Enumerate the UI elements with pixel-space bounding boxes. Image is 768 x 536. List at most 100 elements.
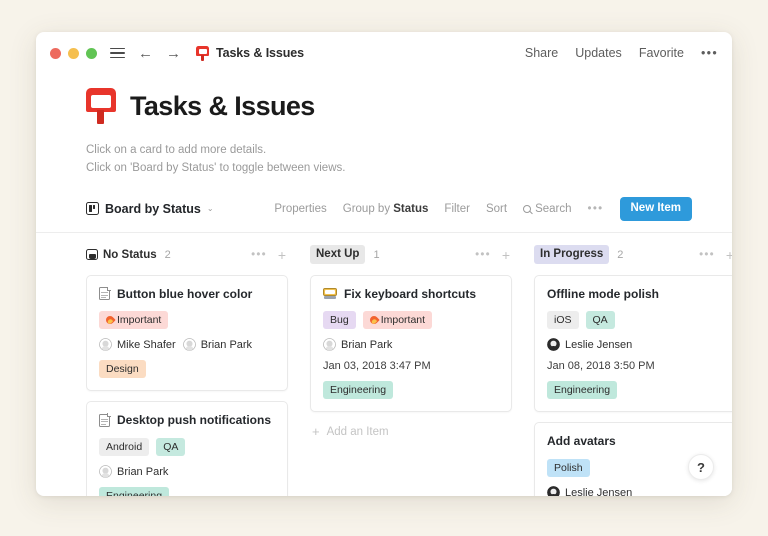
card-category-tags: Design — [99, 360, 275, 379]
avatar — [547, 338, 560, 352]
column-title[interactable]: In Progress — [534, 245, 610, 264]
column-more-icon[interactable]: ••• — [699, 249, 715, 261]
page-mailbox-icon[interactable] — [86, 88, 116, 124]
favorite-button[interactable]: Favorite — [639, 46, 684, 60]
column-header: Next Up 1 ••• + — [310, 245, 512, 265]
assignee-name: Leslie Jensen — [565, 338, 633, 351]
assignee-name: Leslie Jensen — [565, 486, 633, 496]
column-header: In Progress 2 ••• + — [534, 245, 732, 265]
column-add-icon[interactable]: + — [278, 248, 286, 262]
column-tools: ••• + — [251, 248, 286, 262]
card-title-row: Desktop push notifications — [99, 413, 275, 429]
card-assignees: Mike Shafer Brian Park — [99, 338, 275, 352]
card-title-row: Offline mode polish — [547, 287, 723, 303]
properties-button[interactable]: Properties — [274, 203, 326, 215]
column-count: 1 — [373, 248, 380, 261]
back-arrow-icon[interactable]: ← — [138, 46, 153, 61]
board-card[interactable]: Offline mode polish iOS QA Leslie Jensen Jan… — [534, 274, 732, 413]
assignee[interactable]: Brian Park — [182, 338, 253, 352]
assignee[interactable]: Leslie Jensen — [547, 486, 632, 496]
tag-label: Bug — [330, 313, 349, 326]
share-button[interactable]: Share — [525, 46, 558, 60]
mailbox-icon — [196, 45, 209, 61]
view-toolbar: Board by Status ⌄ Properties Group by St… — [86, 196, 732, 222]
window-controls — [50, 47, 97, 59]
group-by-prefix: Group by — [342, 202, 394, 215]
forward-arrow-icon[interactable]: → — [166, 46, 181, 61]
titlebar-title: Tasks & Issues — [216, 46, 305, 60]
assignee-name: Brian Park — [341, 338, 393, 351]
column-title[interactable]: No Status — [86, 249, 157, 261]
tag-label: QA — [163, 440, 179, 453]
group-by-value: Status — [393, 202, 429, 215]
tag-bug[interactable]: Bug — [323, 311, 356, 330]
card-title: Offline mode polish — [547, 286, 660, 301]
subtitle-line-2: Click on 'Board by Status' to toggle bet… — [86, 161, 346, 174]
column-more-icon[interactable]: ••• — [251, 249, 267, 261]
tag-polish[interactable]: Polish — [547, 459, 590, 478]
toolbar-more-icon[interactable]: ••• — [588, 203, 604, 215]
assignee[interactable]: Brian Park — [99, 465, 168, 479]
titlebar-document[interactable]: Tasks & Issues — [196, 45, 305, 61]
help-button[interactable]: ? — [688, 454, 714, 480]
sort-button[interactable]: Sort — [486, 203, 507, 215]
new-item-button[interactable]: New Item — [619, 196, 692, 221]
assignee-name: Brian Park — [200, 338, 253, 351]
tag-design[interactable]: Design — [99, 360, 146, 379]
view-selector-label: Board by Status — [105, 201, 201, 216]
assignee[interactable]: Mike Shafer — [99, 338, 176, 352]
board-card[interactable]: Desktop push notifications Android QA Brian… — [86, 401, 288, 496]
tag-label: iOS — [554, 313, 572, 326]
tag-label: Polish — [554, 461, 583, 474]
card-title-row: Button blue hover color — [99, 286, 275, 303]
tag-engineering[interactable]: Engineering — [99, 487, 170, 496]
assignee[interactable]: Leslie Jensen — [547, 338, 633, 352]
more-options-icon[interactable]: ••• — [701, 46, 718, 60]
add-item-button[interactable]: + Add an Item — [310, 425, 512, 438]
tag-label: Engineering — [330, 383, 387, 396]
card-title: Button blue hover color — [117, 286, 253, 301]
board-column-no-status: No Status 2 ••• + Button blue hover color Imp… — [86, 245, 288, 496]
keyboard-icon — [323, 287, 337, 300]
page-content: Tasks & Issues Click on a card to add mo… — [36, 74, 732, 496]
column-add-icon[interactable]: + — [502, 248, 510, 262]
card-title: Fix keyboard shortcuts — [344, 286, 477, 301]
tag-qa[interactable]: QA — [585, 311, 615, 330]
updates-button[interactable]: Updates — [575, 46, 622, 60]
page-header: Tasks & Issues — [86, 88, 732, 124]
card-assignees: Brian Park — [323, 338, 499, 352]
card-assignees: Leslie Jensen — [547, 338, 723, 352]
avatar — [99, 338, 112, 352]
card-category-tags: Engineering — [99, 487, 275, 496]
board-view-icon — [86, 202, 99, 216]
card-tags: iOS QA — [547, 311, 723, 330]
card-category-tags: Engineering — [323, 381, 499, 400]
column-tools: ••• + — [699, 248, 732, 262]
group-by-button[interactable]: Group by Status — [343, 203, 429, 215]
column-add-icon[interactable]: + — [726, 248, 732, 262]
filter-button[interactable]: Filter — [444, 203, 470, 215]
tag-label: Engineering — [106, 489, 163, 496]
maximize-window-button[interactable] — [86, 47, 97, 59]
card-assignees: Leslie Jensen — [547, 486, 723, 496]
assignee[interactable]: Brian Park — [323, 338, 393, 352]
tag-ios[interactable]: iOS — [547, 311, 579, 330]
tag-engineering[interactable]: Engineering — [547, 381, 618, 400]
minimize-window-button[interactable] — [68, 47, 79, 59]
tag-label: Android — [106, 440, 143, 453]
view-selector[interactable]: Board by Status ⌄ — [86, 202, 214, 216]
close-window-button[interactable] — [50, 47, 61, 59]
tag-qa[interactable]: QA — [156, 438, 186, 457]
board-card[interactable]: Fix keyboard shortcuts Bug Important Brian … — [310, 274, 512, 413]
column-title[interactable]: Next Up — [310, 245, 366, 264]
board-card[interactable]: Button blue hover color Important Mike Sha… — [86, 274, 288, 392]
tag-important[interactable]: Important — [99, 311, 169, 330]
toolbar-actions: Properties Group by Status Filter Sort S… — [274, 196, 692, 221]
column-more-icon[interactable]: ••• — [475, 249, 491, 261]
hamburger-icon[interactable] — [110, 47, 125, 59]
tag-android[interactable]: Android — [99, 438, 150, 457]
card-title: Desktop push notifications — [117, 413, 272, 428]
search-button[interactable]: Search — [523, 203, 572, 215]
tag-important[interactable]: Important — [362, 311, 433, 330]
tag-engineering[interactable]: Engineering — [323, 381, 394, 400]
